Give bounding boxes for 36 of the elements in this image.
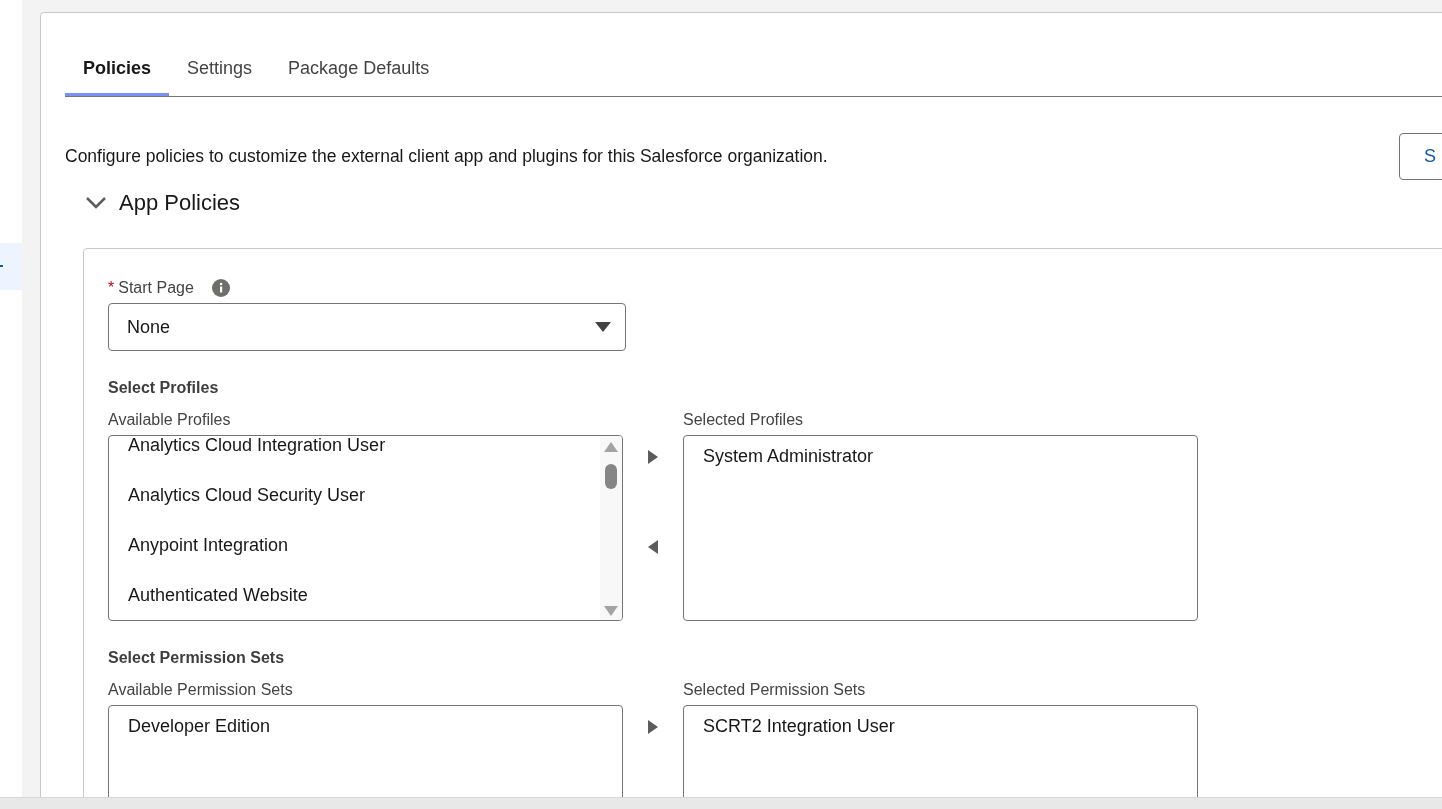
list-scrollbar[interactable] <box>600 436 622 620</box>
list-option[interactable]: SCRT2 Integration User <box>684 706 1175 754</box>
info-icon[interactable] <box>211 279 230 297</box>
required-asterisk: * <box>108 279 115 297</box>
list-label: Available Profiles <box>108 411 232 429</box>
field-label: Start Page <box>118 279 194 297</box>
list-label: Available Permission Sets <box>108 681 294 699</box>
scroll-up-icon[interactable] <box>604 442 618 452</box>
chevron-down-icon[interactable] <box>85 196 107 210</box>
group-title: Select Profiles <box>108 379 220 397</box>
selected-listbox[interactable]: System Administrator <box>683 435 1198 621</box>
group-title: Select Permission Sets <box>108 649 286 667</box>
list-option[interactable]: Analytics Cloud Security User <box>109 470 600 520</box>
start-page-dropdown[interactable]: None <box>108 303 626 351</box>
move-right-icon[interactable] <box>648 450 658 464</box>
scrollbar[interactable] <box>0 797 1442 809</box>
list-option[interactable]: Analytics Cloud Integration User <box>109 436 600 470</box>
sidebar-marker-icon <box>0 265 3 267</box>
available-listbox[interactable]: Analytics Cloud Integration User Analytics Cloud Security User Anypoint Integration Authenticated Website <box>108 435 623 621</box>
header-button[interactable]: S <box>1399 133 1442 180</box>
list-option[interactable]: Anypoint Integration <box>109 520 600 570</box>
list-option[interactable]: Authenticated Website <box>109 570 600 620</box>
scroll-down-icon[interactable] <box>604 606 618 616</box>
scrollbar-thumb[interactable] <box>605 464 617 489</box>
list-label: Selected Permission Sets <box>683 681 867 699</box>
list-option[interactable]: Developer Edition <box>109 706 600 754</box>
caret-down-icon <box>595 322 611 332</box>
description: Configure policies to customize the external client app and plugins for this Salesforce organization. <box>65 146 828 167</box>
list-option[interactable]: System Administrator <box>684 436 1175 484</box>
move-left-icon[interactable] <box>648 540 658 554</box>
tab[interactable]: Package Defaults <box>270 46 448 96</box>
section-title: App Policies <box>119 190 241 216</box>
tab[interactable]: Settings <box>169 46 271 96</box>
list-label: Selected Profiles <box>683 411 805 429</box>
move-right-icon[interactable] <box>648 720 658 734</box>
tab[interactable]: Policies <box>65 46 170 96</box>
